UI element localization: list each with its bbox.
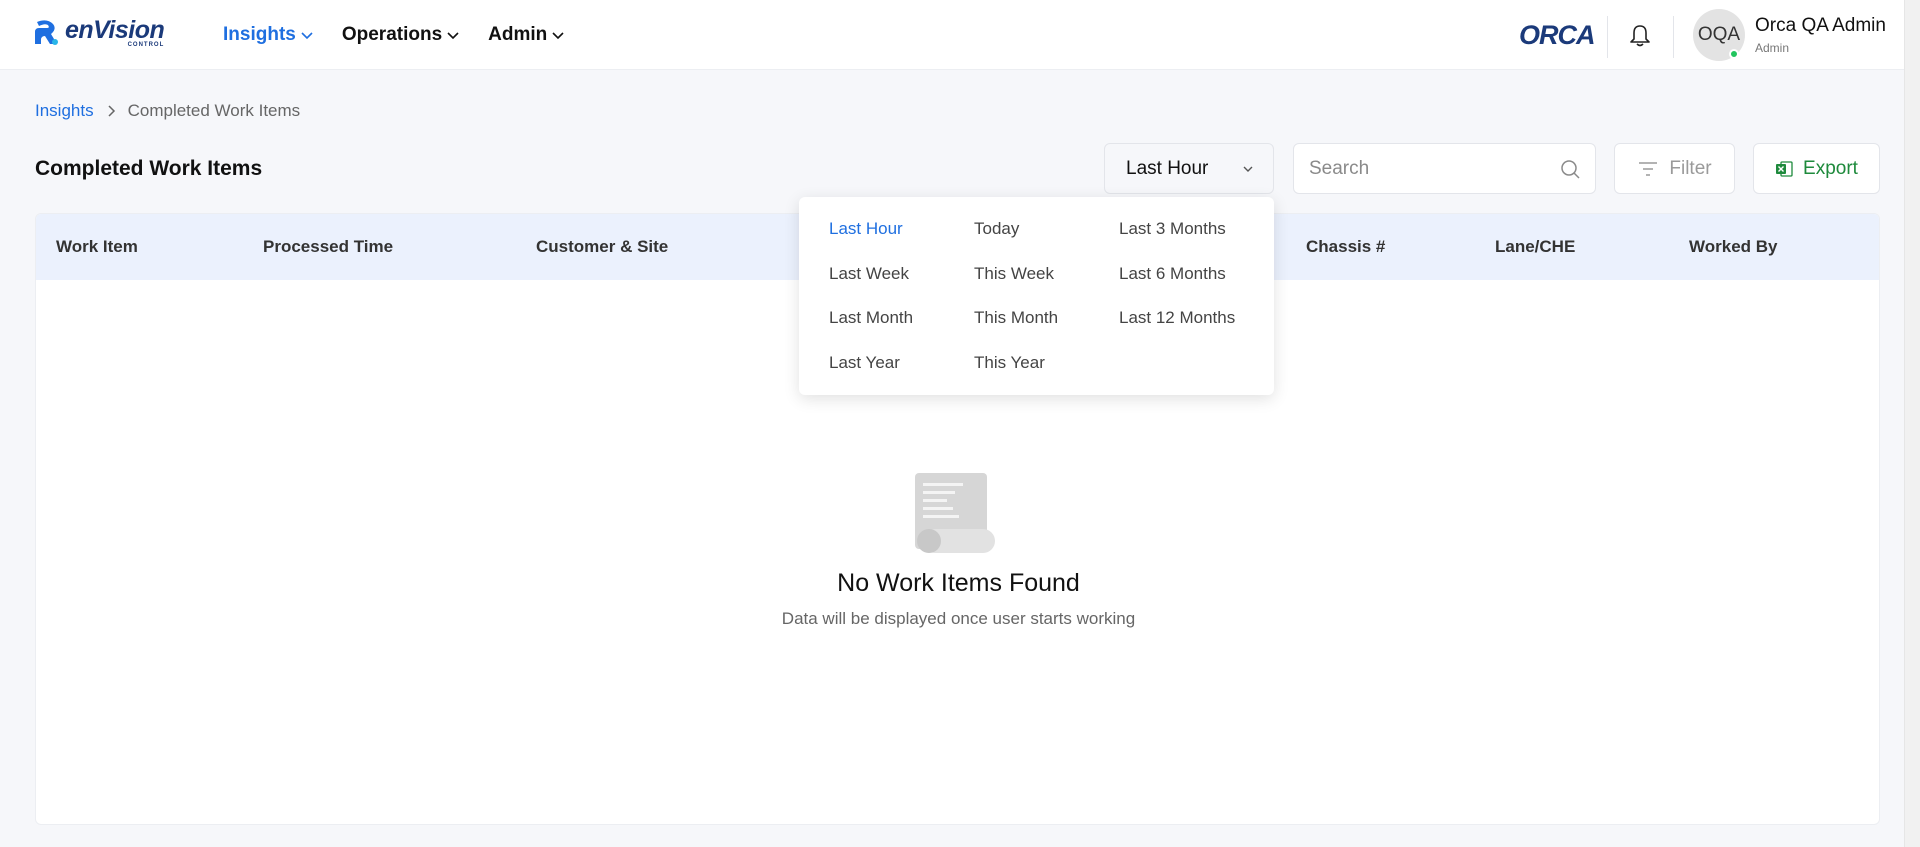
breadcrumb: Insights Completed Work Items (35, 101, 300, 121)
option-last-year[interactable]: Last Year (829, 353, 900, 373)
nav-operations[interactable]: Operations (342, 22, 460, 48)
option-this-year[interactable]: This Year (974, 353, 1045, 373)
nav-insights-label: Insights (223, 24, 296, 45)
search-input[interactable] (1294, 144, 1534, 193)
option-last-3-months[interactable]: Last 3 Months (1119, 219, 1226, 239)
chevron-down-icon (301, 32, 313, 40)
column-header-chassis[interactable]: Chassis # (1306, 237, 1385, 257)
orca-logo: ORCA (1519, 20, 1595, 50)
header-divider (1673, 16, 1674, 58)
empty-document-icon (915, 473, 995, 553)
time-range-value: Last Hour (1126, 157, 1209, 179)
notification-bell-icon[interactable] (1627, 23, 1653, 49)
chevron-down-icon (1243, 166, 1253, 172)
nav-operations-label: Operations (341, 24, 443, 45)
column-header-lane-che[interactable]: Lane/CHE (1495, 237, 1575, 257)
column-header-worked-by[interactable]: Worked By (1689, 237, 1778, 257)
top-navbar: enVision CONTROL Insights Operations Adm… (0, 0, 1904, 70)
option-last-week[interactable]: Last Week (829, 264, 909, 284)
option-this-week[interactable]: This Week (974, 264, 1054, 284)
search-box (1293, 143, 1596, 194)
export-button[interactable]: Export (1753, 143, 1880, 194)
header-divider (1607, 16, 1608, 58)
search-icon[interactable] (1560, 159, 1581, 180)
column-header-customer-site[interactable]: Customer & Site (536, 237, 668, 257)
column-header-processed-time[interactable]: Processed Time (263, 237, 393, 257)
user-name[interactable]: Orca QA Admin (1755, 15, 1886, 37)
logo-wordmark: enVision (65, 16, 165, 44)
page-scrollbar[interactable] (1904, 0, 1920, 847)
column-header-work-item[interactable]: Work Item (56, 237, 138, 257)
option-last-month[interactable]: Last Month (829, 308, 913, 328)
chevron-right-icon (108, 105, 115, 117)
option-last-6-months[interactable]: Last 6 Months (1119, 264, 1226, 284)
time-range-select[interactable]: Last Hour (1104, 143, 1274, 194)
export-label: Export (1803, 157, 1858, 179)
filter-label: Filter (1669, 157, 1712, 179)
envision-logo-icon (33, 18, 61, 48)
filter-button[interactable]: Filter (1614, 143, 1735, 194)
option-today[interactable]: Today (974, 219, 1019, 239)
online-status-dot (1729, 49, 1739, 59)
nav-insights[interactable]: Insights (223, 22, 314, 48)
empty-state-title: No Work Items Found (837, 569, 1080, 597)
filter-icon (1639, 161, 1658, 176)
option-this-month[interactable]: This Month (974, 308, 1058, 328)
user-role: Admin (1755, 41, 1790, 55)
empty-state-message: Data will be displayed once user starts … (781, 609, 1136, 628)
page-title: Completed Work Items (35, 157, 263, 180)
breadcrumb-insights[interactable]: Insights (35, 101, 94, 121)
breadcrumb-current: Completed Work Items (127, 101, 301, 120)
envision-logo[interactable]: enVision CONTROL (33, 16, 165, 54)
time-range-dropdown: Last Hour Today Last 3 Months Last Week … (799, 197, 1274, 395)
main-nav: Insights Operations Admin (223, 22, 593, 48)
option-last-hour[interactable]: Last Hour (829, 219, 903, 239)
nav-admin[interactable]: Admin (488, 22, 565, 48)
chevron-down-icon (552, 32, 564, 40)
excel-icon (1776, 160, 1793, 177)
option-last-12-months[interactable]: Last 12 Months (1119, 308, 1235, 328)
chevron-down-icon (447, 32, 459, 40)
nav-admin-label: Admin (488, 24, 548, 45)
